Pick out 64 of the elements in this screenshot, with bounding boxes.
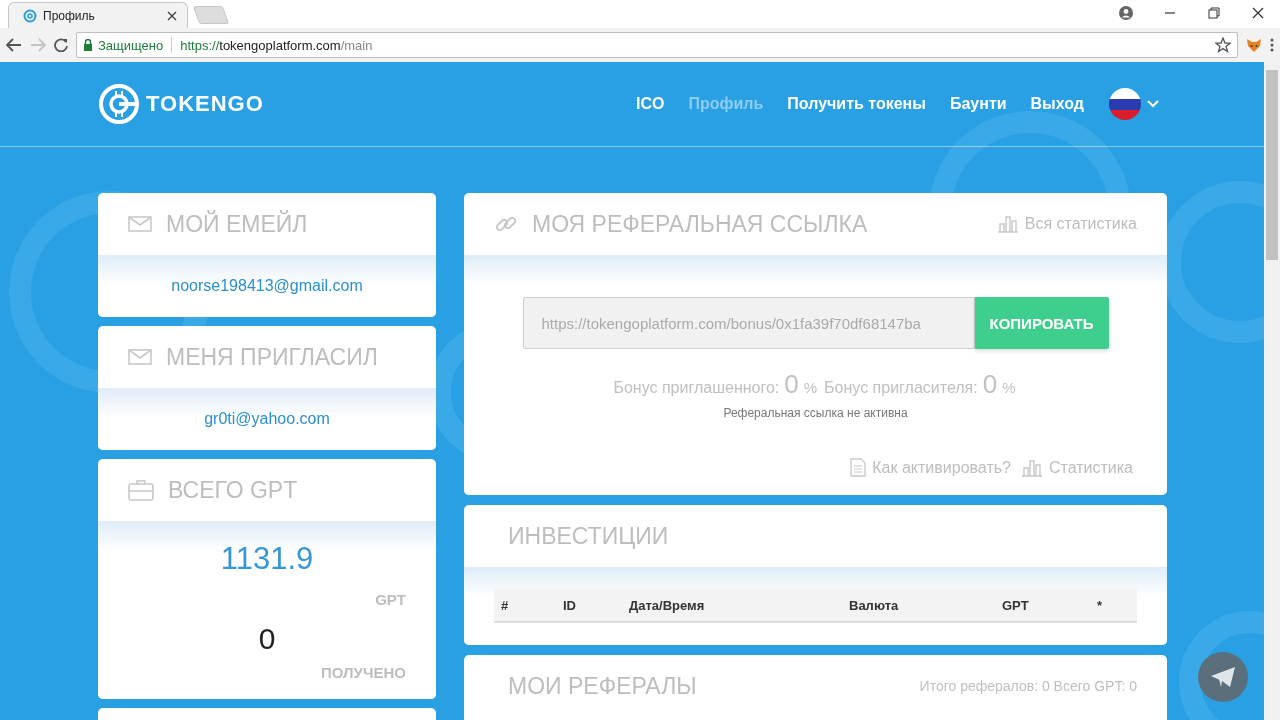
fox-extension-icon[interactable] — [1246, 37, 1262, 53]
statistics-link[interactable]: Статистика — [1048, 458, 1133, 477]
column-header: GPT — [1002, 597, 1029, 613]
close-icon[interactable] — [167, 10, 177, 21]
nav-link[interactable]: Профиль — [688, 95, 764, 113]
referrals-summary: Итого рефералов: 0 Всего GPT: 0 — [919, 678, 1137, 694]
close-icon[interactable] — [1252, 7, 1264, 19]
received-amount: 0 — [258, 622, 276, 656]
card-title: МОЯ РЕФЕРАЛЬНАЯ ССЫЛКА — [532, 210, 868, 238]
briefcase-icon — [128, 479, 154, 501]
browser-tab[interactable]: Профиль — [8, 2, 188, 28]
nav-link[interactable]: Выход — [1030, 95, 1084, 113]
invitee-bonus-label: Бонус приглашенного: — [613, 379, 780, 397]
back-arrow-icon[interactable] — [6, 38, 22, 52]
more-menu-icon[interactable] — [1270, 37, 1274, 53]
referral-link-field[interactable]: https://tokengoplatform.com/bonus/0x1fa39f70df68147ba — [522, 297, 975, 349]
bar-chart-icon — [996, 215, 1019, 233]
column-header: Дата/Время — [629, 597, 705, 613]
document-icon — [850, 458, 867, 477]
column-header: # — [501, 597, 509, 613]
card-title: МЕНЯ ПРИГЛАСИЛ — [166, 343, 378, 371]
percent-sign: % — [1002, 379, 1016, 396]
card-title: ИНВЕСТИЦИИ — [507, 522, 669, 550]
column-header: ID — [563, 597, 576, 613]
column-header: Валюта — [849, 597, 899, 613]
card-title: МОЙ ЕМЕЙЛ — [166, 210, 308, 238]
all-statistics-link[interactable]: Вся статистика — [1024, 215, 1137, 233]
envelope-icon — [128, 349, 152, 365]
bar-chart-icon — [1020, 458, 1043, 477]
telegram-button[interactable] — [1198, 652, 1248, 702]
card-title: ВСЕГО GPT — [168, 476, 298, 504]
account-icon[interactable] — [1119, 6, 1133, 20]
envelope-icon — [128, 216, 152, 232]
lock-icon — [83, 39, 93, 51]
invitee-bonus-value: 0 — [784, 369, 799, 400]
received-label: ПОЛУЧЕНО — [321, 664, 406, 681]
card-title: МОИ РЕФЕРАЛЫ — [507, 672, 697, 700]
column-header: * — [1097, 597, 1103, 613]
inviter-bonus-label: Бонус пригласителя: — [824, 379, 978, 397]
nav-link[interactable]: Получить токены — [787, 95, 926, 113]
logo-text: TOKENGO — [146, 91, 264, 117]
unit-label: GPT — [375, 591, 406, 608]
copy-button[interactable]: КОПИРОВАТЬ — [974, 297, 1109, 349]
how-to-activate-link[interactable]: Как активировать? — [872, 458, 1011, 477]
chevron-down-icon[interactable] — [1147, 100, 1159, 108]
address-bar[interactable]: Защищено https://tokengoplatform.com/main — [76, 32, 1238, 58]
inviter-bonus-value: 0 — [982, 369, 998, 400]
reload-icon[interactable] — [54, 38, 68, 52]
flag-icon[interactable] — [1109, 88, 1141, 120]
nav-link[interactable]: Баунти — [949, 95, 1007, 113]
scrollbar-thumb[interactable] — [1266, 70, 1278, 260]
site-logo-icon — [23, 8, 37, 23]
logo-icon — [98, 83, 140, 125]
secure-label: Защищено — [98, 37, 164, 53]
email-text: gr0ti@yahoo.com — [204, 410, 330, 428]
email-text: noorse198413@gmail.com — [171, 277, 363, 295]
nav-link[interactable]: ICO — [635, 95, 665, 113]
paper-plane-icon — [1210, 666, 1236, 688]
percent-sign: % — [803, 379, 818, 396]
token-amount: 1131.9 — [220, 541, 314, 577]
status-text: Реферальная ссылка не активна — [723, 406, 908, 420]
restore-icon[interactable] — [1208, 7, 1220, 19]
star-icon[interactable] — [1215, 37, 1231, 53]
url-text: https://tokengoplatform.com/main — [180, 37, 373, 53]
